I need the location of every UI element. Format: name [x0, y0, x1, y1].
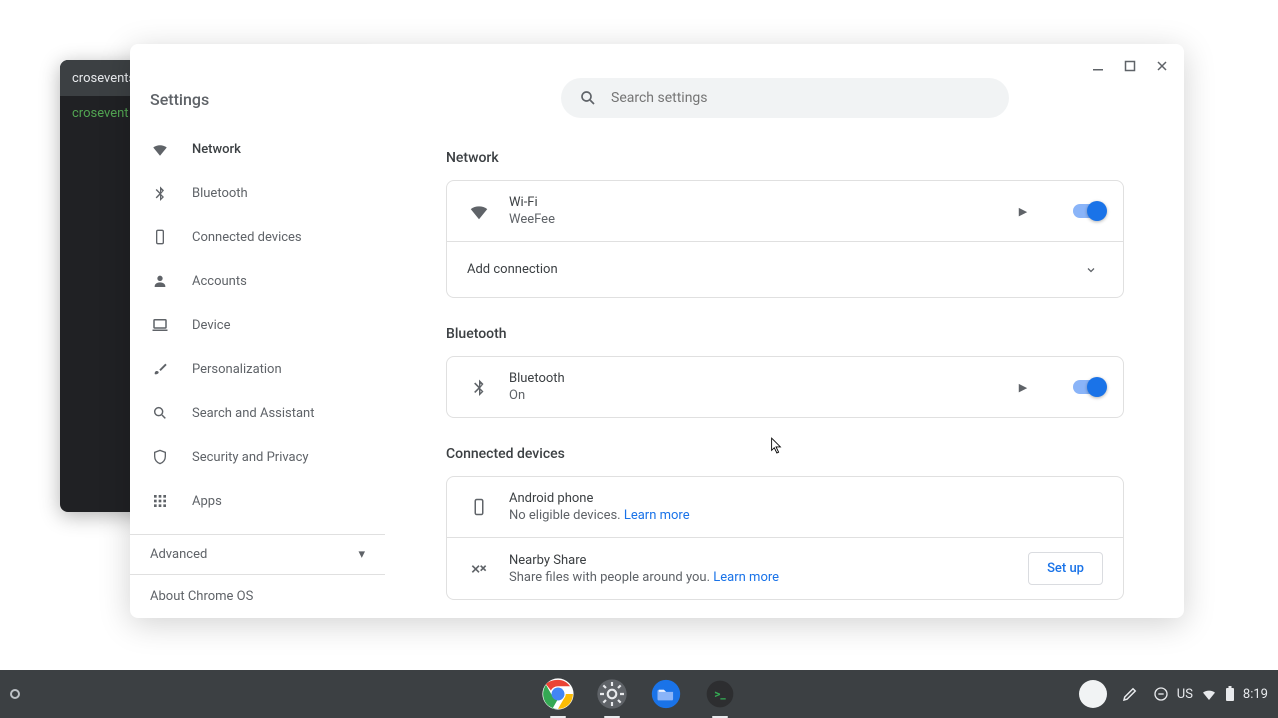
sidebar-item-label: Accounts: [192, 274, 247, 289]
wifi-signal-icon: [467, 199, 491, 223]
shelf-avatar[interactable]: [1079, 680, 1107, 708]
wifi-title: Wi-Fi: [509, 195, 993, 210]
android-phone-row[interactable]: Android phone No eligible devices. Learn…: [447, 477, 1123, 537]
bluetooth-toggle[interactable]: [1073, 380, 1103, 394]
bluetooth-icon: [150, 185, 170, 201]
search-bar[interactable]: [561, 78, 1009, 118]
sidebar-item-personalization[interactable]: Personalization: [130, 349, 385, 389]
settings-window: Settings Network Bluetooth Connected dev…: [130, 44, 1184, 618]
launcher-button[interactable]: [10, 689, 20, 699]
sidebar-item-device[interactable]: Device: [130, 305, 385, 345]
sidebar-item-search-assistant[interactable]: Search and Assistant: [130, 393, 385, 433]
sidebar-item-security-privacy[interactable]: Security and Privacy: [130, 437, 385, 477]
section-heading-bluetooth: Bluetooth: [446, 326, 1124, 342]
about-label: About Chrome OS: [150, 589, 253, 604]
sidebar-item-label: Apps: [192, 494, 222, 509]
shelf-stylus-icon[interactable]: [1121, 685, 1139, 703]
add-connection-expand[interactable]: [1079, 258, 1103, 282]
phone-icon: [150, 229, 170, 245]
sidebar-item-bluetooth[interactable]: Bluetooth: [130, 173, 385, 213]
bluetooth-status: On: [509, 388, 993, 403]
app-title: Settings: [130, 78, 385, 129]
bluetooth-card: Bluetooth On ▶: [446, 356, 1124, 418]
add-connection-row[interactable]: Add connection: [447, 241, 1123, 297]
android-phone-title: Android phone: [509, 491, 1103, 506]
advanced-label: Advanced: [150, 547, 207, 562]
terminal-prompt: crosevent: [72, 106, 129, 121]
sidebar-item-label: Device: [192, 318, 231, 333]
settings-main: Network Wi-Fi WeeFee ▶: [386, 78, 1184, 618]
svg-text:>_: >_: [714, 687, 726, 701]
android-learn-more-link[interactable]: Learn more: [624, 508, 690, 523]
bluetooth-title: Bluetooth: [509, 371, 993, 386]
terminal-title: crosevents: [72, 71, 135, 86]
nearby-share-subtitle: Share files with people around you.: [509, 570, 710, 585]
sidebar-item-label: Bluetooth: [192, 186, 248, 201]
connected-devices-card: Android phone No eligible devices. Learn…: [446, 476, 1124, 600]
nearby-share-setup-button[interactable]: Set up: [1028, 552, 1103, 585]
add-connection-label: Add connection: [467, 262, 1061, 277]
phone-icon: [467, 495, 491, 519]
notification-icon: [1153, 686, 1169, 702]
wifi-status-icon: [1201, 686, 1217, 702]
sidebar-item-accounts[interactable]: Accounts: [130, 261, 385, 301]
sidebar-item-label: Security and Privacy: [192, 450, 309, 465]
bluetooth-icon: [467, 375, 491, 399]
battery-status-icon: [1225, 686, 1235, 702]
ime-label: US: [1177, 687, 1193, 702]
nearby-learn-more-link[interactable]: Learn more: [713, 570, 779, 585]
bluetooth-row[interactable]: Bluetooth On ▶: [447, 357, 1123, 417]
window-minimize-button[interactable]: [1084, 52, 1112, 80]
shelf-app-chrome[interactable]: [538, 674, 578, 714]
sidebar-advanced[interactable]: Advanced ▾: [130, 534, 385, 575]
search-input[interactable]: [611, 90, 991, 106]
person-icon: [150, 273, 170, 289]
wifi-row[interactable]: Wi-Fi WeeFee ▶: [447, 181, 1123, 241]
sidebar-item-label: Network: [192, 142, 241, 157]
network-card: Wi-Fi WeeFee ▶ Add connection: [446, 180, 1124, 298]
nearby-share-icon: [467, 557, 491, 581]
section-heading-connected-devices: Connected devices: [446, 446, 1124, 462]
nearby-share-title: Nearby Share: [509, 553, 1010, 568]
sidebar-item-connected-devices[interactable]: Connected devices: [130, 217, 385, 257]
chevron-down-icon: [1085, 264, 1097, 276]
search-icon: [579, 89, 597, 107]
sidebar-item-apps[interactable]: Apps: [130, 481, 385, 521]
sidebar-item-label: Connected devices: [192, 230, 302, 245]
wifi-icon: [150, 140, 170, 158]
clock: 8:19: [1243, 687, 1268, 702]
bluetooth-details-button[interactable]: ▶: [1011, 375, 1035, 399]
apps-grid-icon: [150, 493, 170, 509]
sidebar-item-label: Search and Assistant: [192, 406, 315, 421]
sidebar: Settings Network Bluetooth Connected dev…: [130, 78, 386, 618]
brush-icon: [150, 361, 170, 377]
wifi-details-button[interactable]: ▶: [1011, 199, 1035, 223]
laptop-icon: [150, 316, 170, 334]
sidebar-item-network[interactable]: Network: [130, 129, 385, 169]
section-heading-network: Network: [446, 150, 1124, 166]
chevron-right-icon: ▶: [1019, 381, 1027, 394]
sidebar-item-label: Personalization: [192, 362, 282, 377]
shelf-app-terminal[interactable]: >_: [700, 674, 740, 714]
window-maximize-button[interactable]: [1116, 52, 1144, 80]
shelf-app-files[interactable]: [646, 674, 686, 714]
search-icon: [150, 405, 170, 421]
wifi-toggle[interactable]: [1073, 204, 1103, 218]
nearby-share-row: Nearby Share Share files with people aro…: [447, 537, 1123, 599]
sidebar-about-chrome-os[interactable]: About Chrome OS: [130, 575, 385, 618]
chevron-right-icon: ▶: [1019, 205, 1027, 218]
shield-icon: [150, 449, 170, 465]
status-tray[interactable]: US 8:19: [1153, 686, 1268, 702]
android-phone-subtitle: No eligible devices.: [509, 508, 621, 523]
shelf: >_ US 8:19: [0, 670, 1278, 718]
window-close-button[interactable]: [1148, 52, 1176, 80]
shelf-app-settings[interactable]: [592, 674, 632, 714]
wifi-network-name: WeeFee: [509, 212, 993, 227]
chevron-down-icon: ▾: [358, 547, 365, 562]
